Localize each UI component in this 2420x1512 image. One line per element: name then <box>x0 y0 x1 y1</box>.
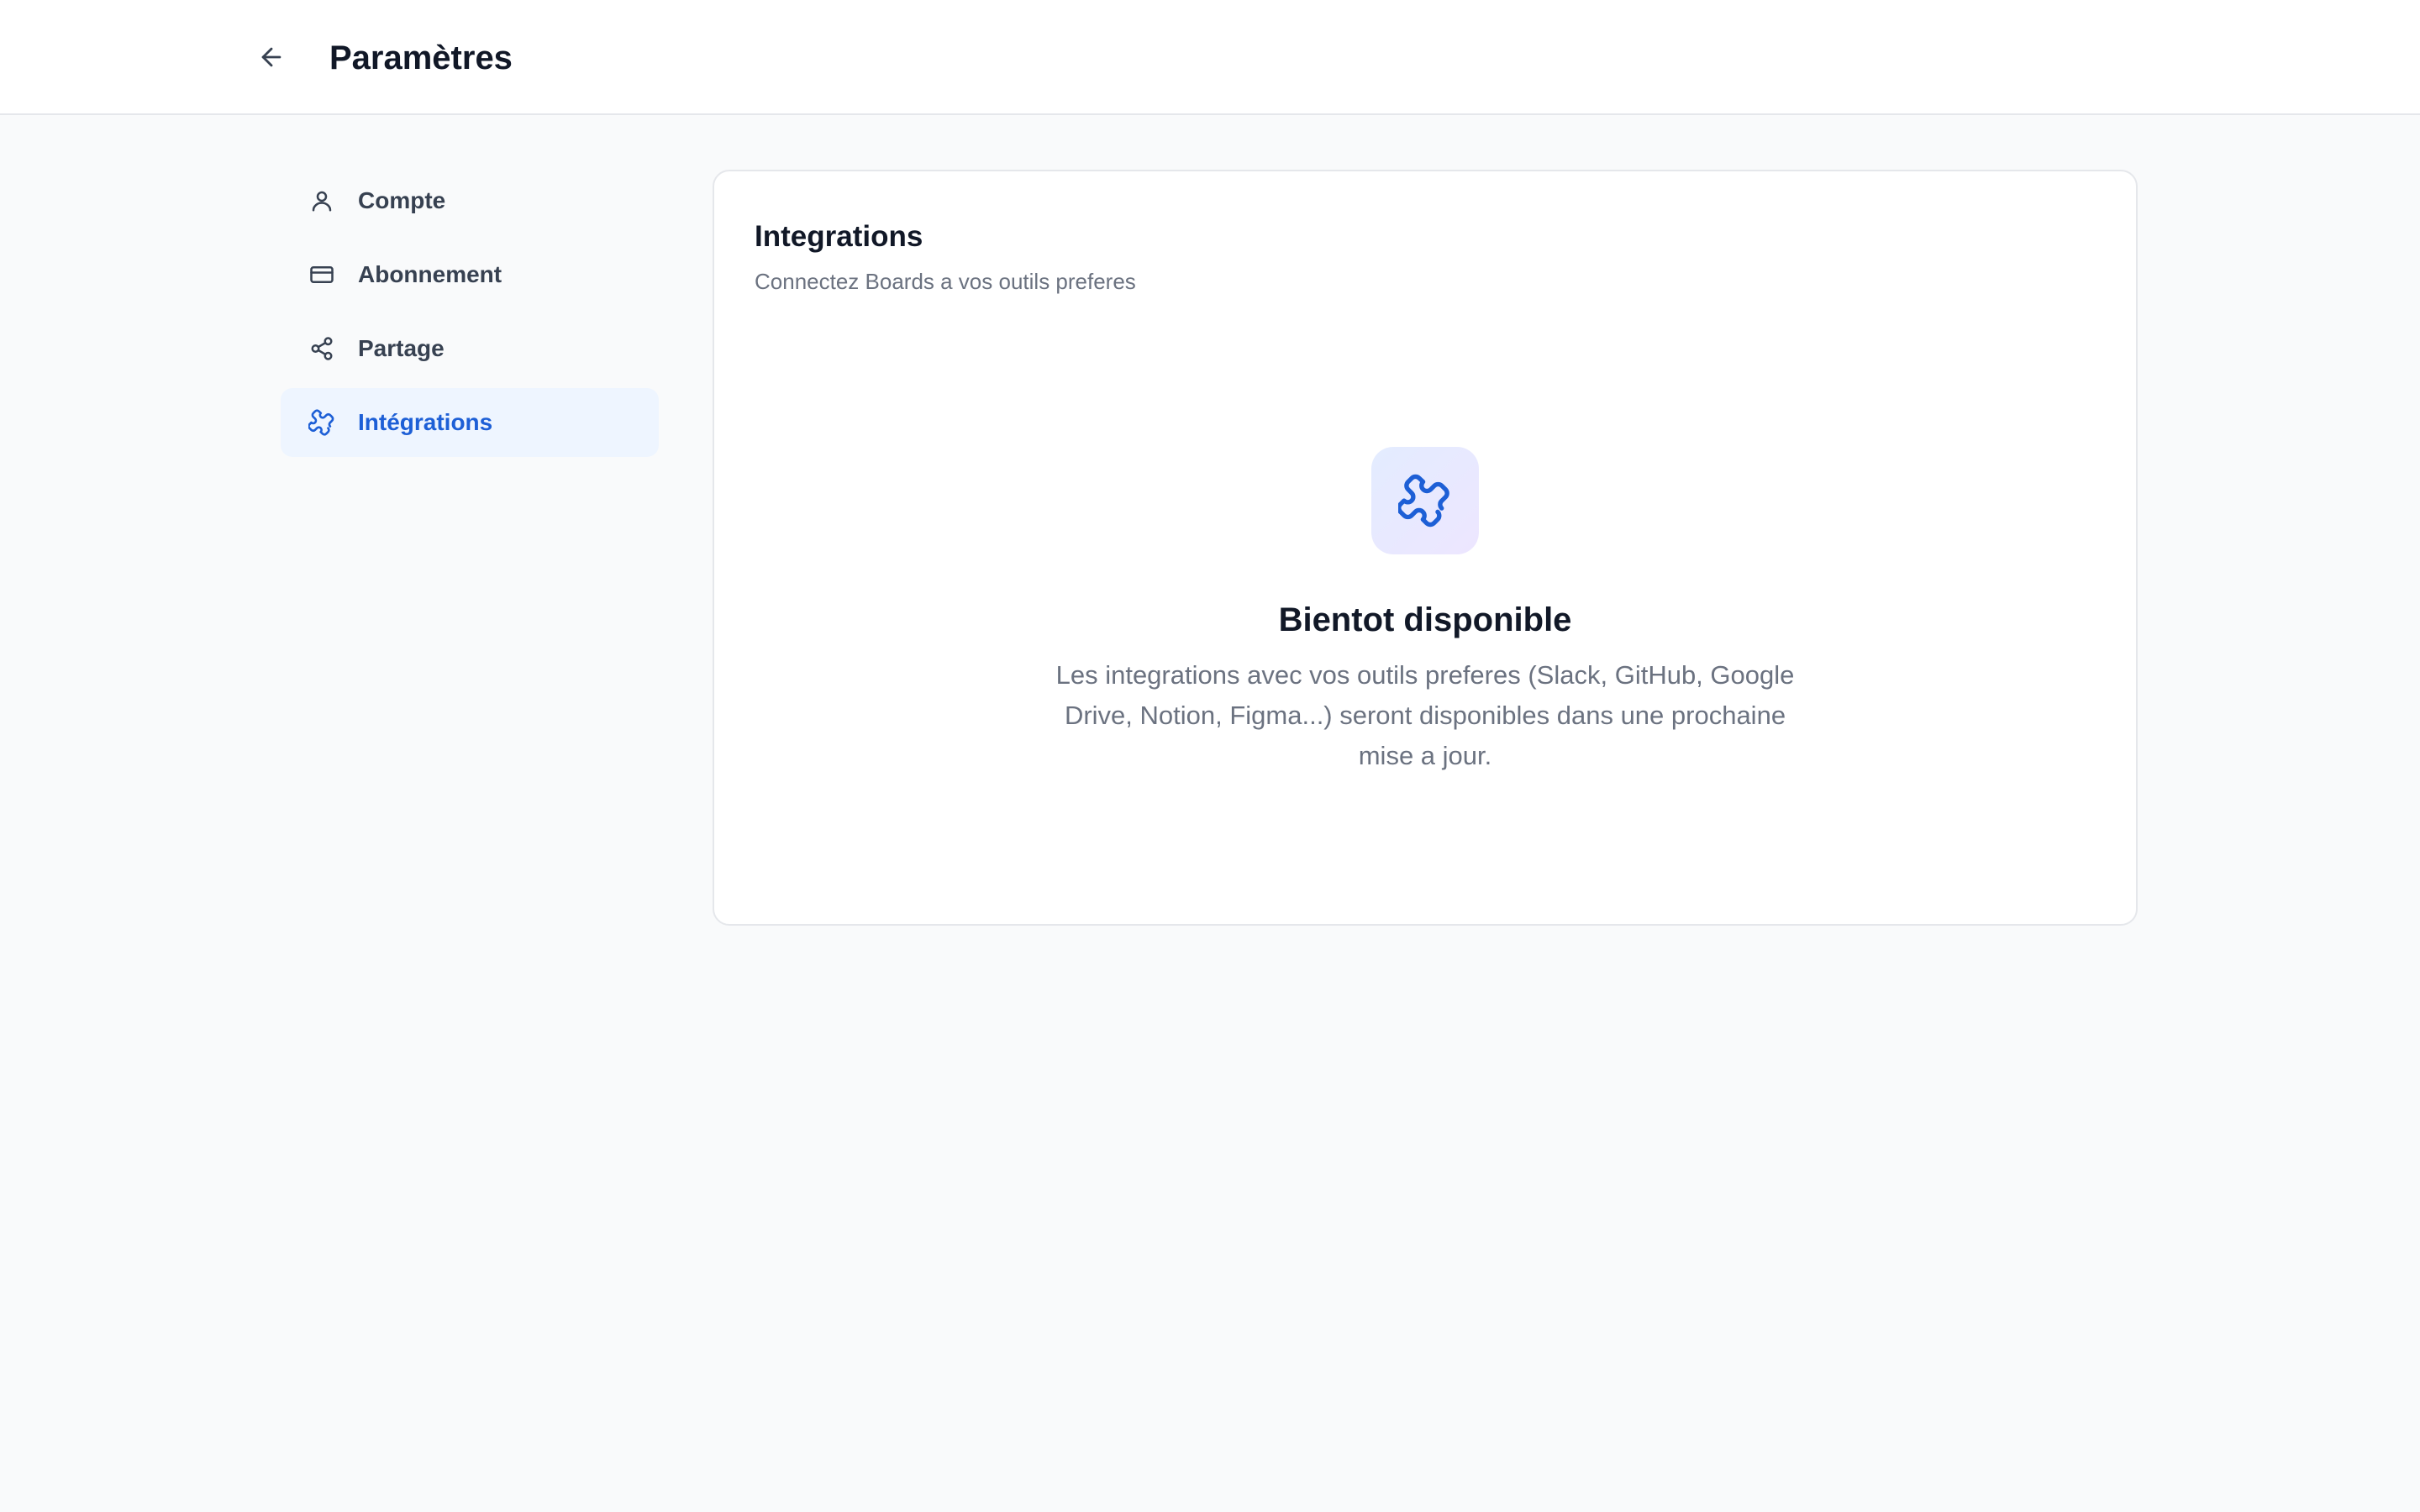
credit-card-icon <box>308 260 336 289</box>
share-icon <box>308 334 336 363</box>
puzzle-icon <box>308 408 336 437</box>
integrations-panel: Integrations Connectez Boards a vos outi… <box>713 170 2138 926</box>
empty-state-title: Bientot disponible <box>1278 601 1572 638</box>
sidebar-item-abonnement[interactable]: Abonnement <box>281 240 659 309</box>
sidebar-item-label: Compte <box>358 187 446 213</box>
sidebar-item-label: Intégrations <box>358 409 493 435</box>
section-subtitle: Connectez Boards a vos outils preferes <box>755 269 1136 294</box>
puzzle-icon <box>1371 447 1479 554</box>
settings-sidebar: Compte Abonnement Partage Intégrations <box>281 166 659 462</box>
sidebar-item-label: Partage <box>358 335 445 361</box>
arrow-left-icon <box>261 47 281 67</box>
top-bar: Paramètres <box>0 0 2420 115</box>
page-title: Paramètres <box>329 39 513 76</box>
sidebar-item-integrations[interactable]: Intégrations <box>281 388 659 457</box>
empty-state-description: Les integrations avec vos outils prefere… <box>1055 660 1795 770</box>
section-title: Integrations <box>755 220 923 253</box>
sidebar-item-label: Abonnement <box>358 261 502 287</box>
sidebar-item-partage[interactable]: Partage <box>281 314 659 383</box>
back-button[interactable] <box>249 37 294 77</box>
sidebar-item-compte[interactable]: Compte <box>281 166 659 235</box>
user-icon <box>308 186 336 215</box>
empty-state: Bientot disponible Les integrations avec… <box>714 447 2136 776</box>
